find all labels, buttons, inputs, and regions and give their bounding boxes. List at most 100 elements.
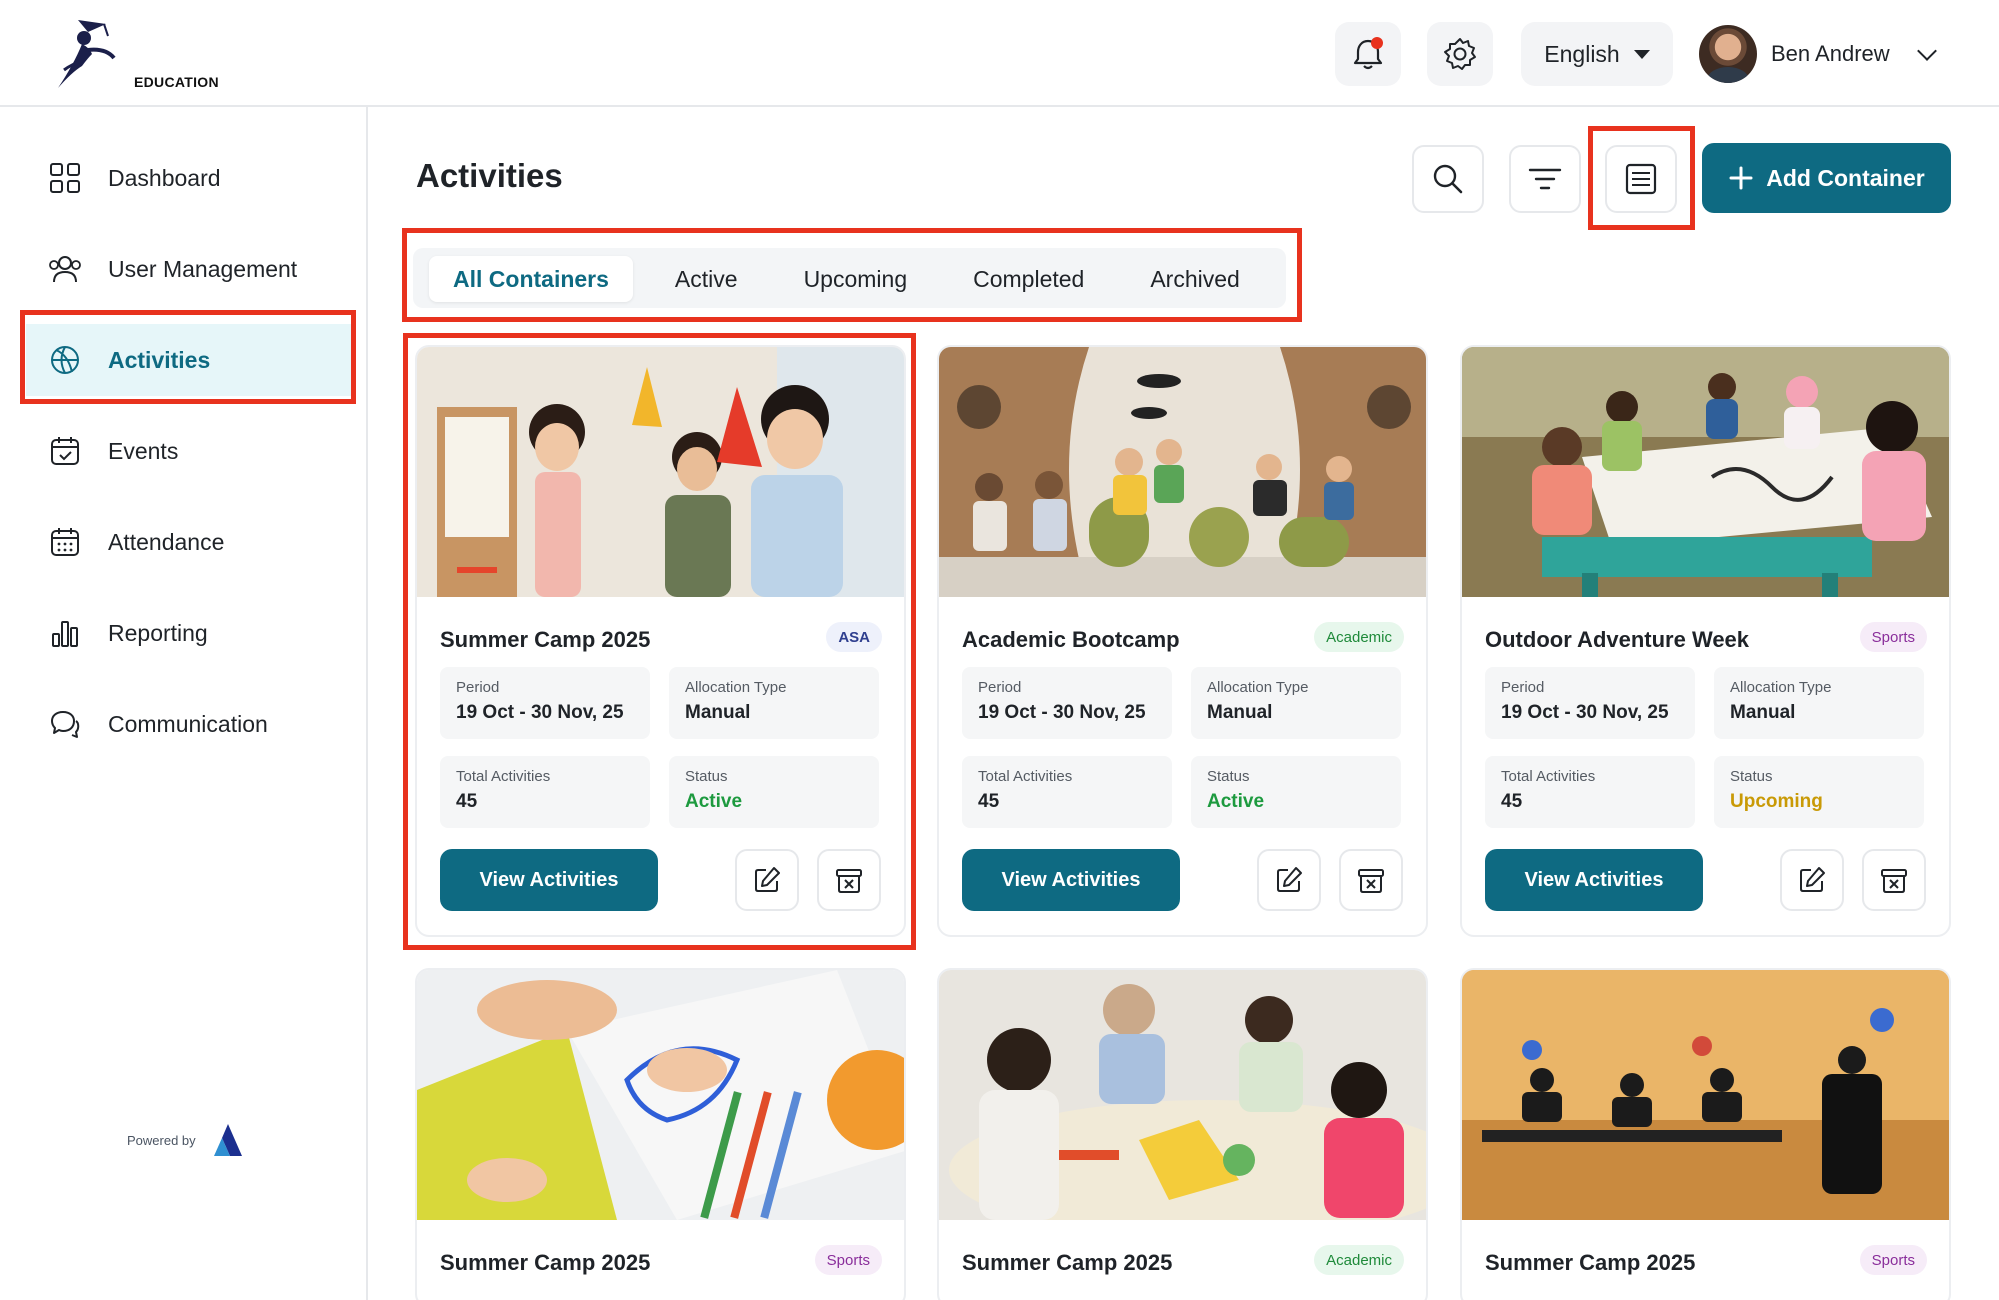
card-image	[417, 347, 904, 597]
stat-value: 19 Oct - 30 Nov, 25	[1501, 702, 1669, 723]
view-activities-button[interactable]: View Activities	[1485, 849, 1703, 911]
card-image	[1462, 347, 1949, 597]
container-card: Summer Camp 2025 Sports	[415, 968, 906, 1300]
chevron-down-icon	[1916, 41, 1937, 61]
total-activities-stat: Total Activities 45	[440, 756, 650, 828]
container-card: Academic Bootcamp Academic Period 19 Oct…	[937, 345, 1428, 937]
list-view-button[interactable]	[1605, 145, 1677, 213]
card-title: Academic Bootcamp	[962, 627, 1180, 652]
sidebar-item-user-management[interactable]: User Management	[26, 233, 352, 305]
card-title: Summer Camp 2025	[1485, 1250, 1696, 1275]
stat-value: 19 Oct - 30 Nov, 25	[978, 702, 1146, 723]
notifications-button[interactable]	[1335, 22, 1401, 86]
bar-chart-icon	[48, 616, 82, 650]
edit-icon	[1800, 867, 1825, 892]
caret-down-icon	[1633, 49, 1650, 59]
view-activities-button[interactable]: View Activities	[440, 849, 658, 911]
stat-label: Period	[978, 679, 1022, 696]
powered-by: Powered by	[127, 1122, 244, 1158]
sidebar-item-dashboard[interactable]: Dashboard	[26, 142, 352, 214]
sidebar-item-label: Events	[108, 437, 179, 464]
allocation-stat: Allocation Type Manual	[669, 667, 879, 739]
archive-button[interactable]	[817, 849, 881, 911]
tabs: All Containers Active Upcoming Completed…	[429, 239, 1282, 319]
status-value: Upcoming	[1730, 791, 1823, 812]
card-title: Summer Camp 2025	[962, 1250, 1173, 1275]
stat-value: 19 Oct - 30 Nov, 25	[456, 702, 624, 723]
user-name: Ben Andrew	[1771, 41, 1890, 66]
period-stat: Period 19 Oct - 30 Nov, 25	[962, 667, 1172, 739]
stat-value: Manual	[1207, 702, 1273, 723]
stat-label: Total Activities	[1501, 768, 1596, 785]
container-card: Summer Camp 2025 ASA Period 19 Oct - 30 …	[415, 345, 906, 937]
powered-by-label: Powered by	[127, 1132, 196, 1148]
category-badge: Academic	[1314, 1245, 1404, 1275]
sidebar-item-events[interactable]: Events	[26, 415, 352, 487]
archive-delete-icon	[836, 869, 862, 893]
language-select[interactable]: English	[1521, 22, 1673, 86]
bell-icon	[1353, 37, 1383, 70]
stat-label: Period	[456, 679, 500, 696]
settings-button[interactable]	[1427, 22, 1493, 86]
logo-text: EDUCATION	[134, 74, 219, 90]
total-activities-stat: Total Activities 45	[1485, 756, 1695, 828]
sidebar-item-attendance[interactable]: Attendance	[26, 506, 352, 578]
stat-label: Status	[685, 768, 728, 785]
period-stat: Period 19 Oct - 30 Nov, 25	[440, 667, 650, 739]
card-title: Outdoor Adventure Week	[1485, 627, 1750, 652]
card-title: Summer Camp 2025	[440, 1250, 651, 1275]
sidebar-item-label: Activities	[108, 346, 211, 373]
category-badge: Sports	[1859, 622, 1927, 652]
view-activities-button[interactable]: View Activities	[962, 849, 1180, 911]
archive-delete-icon	[1881, 869, 1907, 893]
stat-label: Total Activities	[978, 768, 1073, 785]
stat-label: Period	[1501, 679, 1545, 696]
plus-icon	[1729, 166, 1753, 190]
tab-active[interactable]: Active	[651, 256, 762, 302]
category-badge: Academic	[1314, 622, 1404, 652]
stat-label: Allocation Type	[685, 679, 787, 696]
status-stat: Status Active	[1191, 756, 1401, 828]
sidebar-item-label: Reporting	[108, 619, 208, 646]
filter-icon	[1528, 168, 1562, 190]
status-value: Active	[1207, 791, 1265, 812]
users-icon	[48, 252, 82, 286]
sidebar-item-communication[interactable]: Communication	[26, 688, 352, 760]
archive-button[interactable]	[1339, 849, 1403, 911]
tab-archived[interactable]: Archived	[1126, 256, 1263, 302]
container-card: Outdoor Adventure Week Sports Period 19 …	[1460, 345, 1951, 937]
top-bar: EDUCATION English Ben Andrew	[0, 0, 1999, 107]
allocation-stat: Allocation Type Manual	[1191, 667, 1401, 739]
category-badge: Sports	[1859, 1245, 1927, 1275]
status-stat: Status Active	[669, 756, 879, 828]
sidebar-item-reporting[interactable]: Reporting	[26, 597, 352, 669]
card-image	[939, 970, 1426, 1220]
education-logo[interactable]: EDUCATION	[48, 14, 219, 94]
sidebar-item-label: Attendance	[108, 528, 225, 555]
search-icon	[1433, 164, 1463, 194]
list-view-icon	[1625, 163, 1657, 195]
sidebar-item-label: User Management	[108, 255, 298, 282]
edit-button[interactable]	[1257, 849, 1321, 911]
card-image	[1462, 970, 1949, 1220]
sidebar-item-activities[interactable]: Activities	[26, 324, 352, 396]
dashboard-icon	[48, 161, 82, 195]
stat-label: Allocation Type	[1207, 679, 1309, 696]
tab-completed[interactable]: Completed	[949, 256, 1108, 302]
edit-button[interactable]	[735, 849, 799, 911]
stat-value: 45	[456, 791, 478, 812]
calendar-grid-icon	[48, 525, 82, 559]
tab-upcoming[interactable]: Upcoming	[780, 256, 932, 302]
container-card: Summer Camp 2025 Academic	[937, 968, 1428, 1300]
tab-all-containers[interactable]: All Containers	[429, 256, 633, 302]
page-title: Activities	[416, 157, 563, 194]
filter-button[interactable]	[1509, 145, 1581, 213]
status-stat: Status Upcoming	[1714, 756, 1924, 828]
edit-button[interactable]	[1780, 849, 1844, 911]
archive-button[interactable]	[1862, 849, 1926, 911]
basketball-icon	[48, 343, 82, 377]
search-button[interactable]	[1412, 145, 1484, 213]
user-menu[interactable]: Ben Andrew	[1699, 24, 1937, 84]
language-label: English	[1544, 40, 1620, 67]
add-container-button[interactable]: Add Container	[1702, 143, 1951, 213]
